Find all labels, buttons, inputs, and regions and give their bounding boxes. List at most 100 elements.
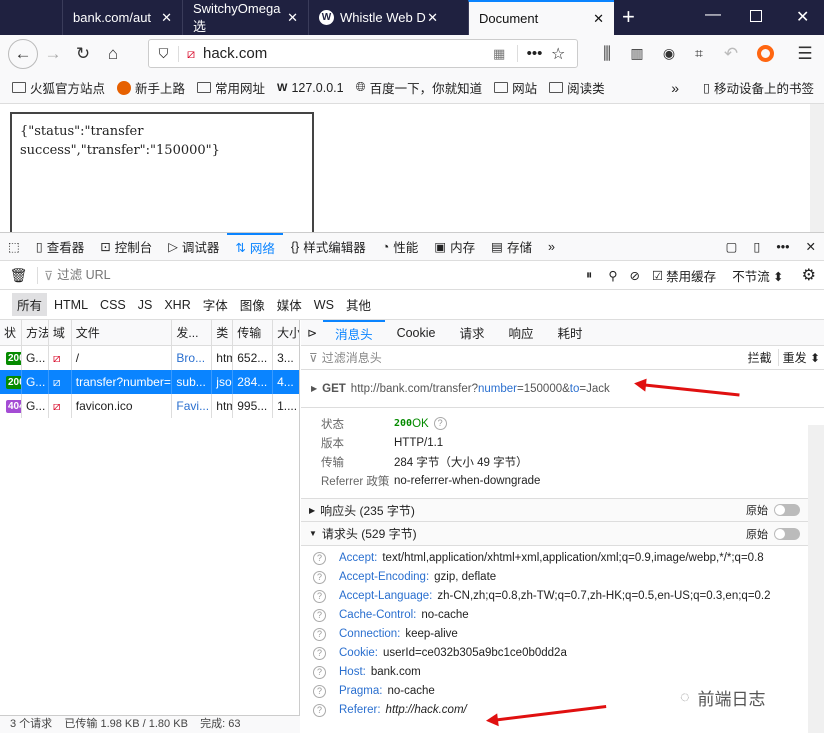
tab-cookies[interactable]: Cookie xyxy=(385,320,448,346)
bookmark[interactable]: W 127.0.0.1 xyxy=(277,81,344,95)
raw-toggle[interactable]: 原始 xyxy=(746,502,800,518)
col-transferred[interactable]: 传输 xyxy=(233,320,274,345)
type-fonts[interactable]: 字体 xyxy=(198,293,233,316)
help-icon[interactable]: ? xyxy=(433,417,447,430)
sidebar-icon[interactable]: ▥ xyxy=(622,45,652,62)
bookmark-folder[interactable]: 常用网址 xyxy=(197,78,265,97)
tab-headers[interactable]: 消息头 xyxy=(323,319,385,346)
pause-icon[interactable]: ⏸︎ xyxy=(576,268,602,283)
more-tools-icon[interactable]: » xyxy=(540,233,563,261)
table-row[interactable]: 200G...⧄/Bro...htm652...3... xyxy=(0,346,299,370)
close-icon[interactable]: ✕ xyxy=(287,10,298,26)
new-tab-button[interactable]: + xyxy=(622,4,635,30)
help-icon[interactable]: ? xyxy=(313,571,326,584)
tab-document[interactable]: Document ✕ xyxy=(468,0,614,35)
throttle-select[interactable]: 不节流 ⬍ xyxy=(722,266,793,285)
library-icon[interactable]: ⫼ xyxy=(592,44,622,64)
block-button[interactable]: 拦截 xyxy=(748,349,779,366)
url-bar[interactable]: ⛉ ⧄ hack.com ▦ ••• ☆ xyxy=(148,39,578,68)
extension-icon[interactable] xyxy=(757,45,774,62)
type-media[interactable]: 媒体 xyxy=(272,293,307,316)
responsive-icon[interactable]: ▯ xyxy=(745,233,768,261)
type-css[interactable]: CSS xyxy=(95,296,131,314)
mobile-bookmarks[interactable]: ▯ 移动设备上的书签 xyxy=(703,78,814,97)
block-icon[interactable]: ⊘ xyxy=(623,268,645,283)
col-method[interactable]: 方法 xyxy=(22,320,49,345)
col-status[interactable]: 状 xyxy=(0,320,22,345)
home-button[interactable]: ⌂ xyxy=(98,44,128,64)
tool-style-editor[interactable]: {} 样式编辑器 xyxy=(283,233,374,261)
maximize-button[interactable] xyxy=(750,10,762,22)
reload-button[interactable]: ↻ xyxy=(68,44,98,64)
help-icon[interactable]: ? xyxy=(313,609,326,622)
details-scrollbar[interactable] xyxy=(808,425,824,733)
filter-url-input[interactable] xyxy=(57,268,538,282)
bookmark-folder[interactable]: 阅读类 xyxy=(549,78,605,97)
tool-storage[interactable]: ▤ 存储 xyxy=(483,233,540,261)
tool-network[interactable]: ⇅ 网络 xyxy=(227,232,283,261)
type-js[interactable]: JS xyxy=(133,296,158,314)
type-html[interactable]: HTML xyxy=(49,296,93,314)
tab-response[interactable]: 响应 xyxy=(497,320,546,346)
toggle-panel-icon[interactable]: ⊳ xyxy=(301,326,323,340)
account-icon[interactable]: ◉ xyxy=(654,45,684,62)
url-text[interactable]: hack.com xyxy=(203,45,267,62)
options-icon[interactable]: ••• xyxy=(768,233,797,261)
tool-inspector[interactable]: ▯ 查看器 xyxy=(28,233,92,261)
qr-code-icon[interactable]: ▦ xyxy=(493,46,517,62)
bookmark-folder[interactable]: 火狐官方站点 xyxy=(12,78,105,97)
tab-whistle[interactable]: W Whistle Web D ✕ xyxy=(308,0,448,35)
dock-icon[interactable]: ▢ xyxy=(718,233,746,261)
type-all[interactable]: 所有 xyxy=(12,293,48,316)
bookmark-star-icon[interactable]: ☆ xyxy=(551,44,577,64)
help-icon[interactable]: ? xyxy=(313,590,326,603)
chevron-more-icon[interactable]: » xyxy=(671,80,679,96)
insecure-lock-icon[interactable]: ⧄ xyxy=(179,46,203,62)
undo-icon[interactable]: ↶ xyxy=(716,44,746,64)
help-icon[interactable]: ? xyxy=(313,552,326,565)
col-cause[interactable]: 发... xyxy=(172,320,213,345)
request-url-line[interactable]: ▶ GET http://bank.com/transfer? number =15… xyxy=(301,370,824,408)
bookmark[interactable]: 🌐︎ 百度一下，你就知道 xyxy=(356,78,483,97)
table-row[interactable]: 200G...⧄transfer?number=sub...json284...… xyxy=(0,370,299,394)
forward-button[interactable]: → xyxy=(38,44,68,64)
tab-switchyomega[interactable]: SwitchyOmega 选 ✕ xyxy=(182,0,308,35)
minimize-button[interactable]: — xyxy=(705,6,721,24)
col-domain[interactable]: 域 xyxy=(49,320,72,345)
back-button[interactable]: ← xyxy=(8,38,38,69)
search-icon[interactable]: ⚲ xyxy=(602,268,623,283)
menu-icon[interactable]: ☰ xyxy=(790,44,820,64)
col-type[interactable]: 类 xyxy=(212,320,234,345)
toggle-switch[interactable] xyxy=(774,504,800,516)
bookmark[interactable]: 新手上路 xyxy=(117,78,185,97)
tab-request[interactable]: 请求 xyxy=(448,320,497,346)
help-icon[interactable]: ? xyxy=(313,704,326,717)
toggle-switch[interactable] xyxy=(774,527,800,540)
filter-headers-input[interactable]: 过滤消息头 xyxy=(322,349,382,366)
tab-bank[interactable]: bank.com/aut ✕ xyxy=(62,0,182,35)
element-picker-icon[interactable]: ⬚ xyxy=(0,233,28,261)
screenshot-icon[interactable]: ⌗ xyxy=(684,45,714,62)
page-actions-icon[interactable]: ••• xyxy=(517,45,551,62)
tool-memory[interactable]: ▣ 内存 xyxy=(426,233,483,261)
close-icon[interactable]: ✕ xyxy=(427,10,438,26)
help-icon[interactable]: ? xyxy=(313,647,326,660)
help-icon[interactable]: ? xyxy=(313,685,326,698)
close-icon[interactable]: ✕ xyxy=(593,11,604,27)
raw-toggle[interactable]: 原始 xyxy=(746,526,800,542)
tool-performance[interactable]: ◔ 性能 xyxy=(374,233,427,261)
resend-button[interactable]: 重发 ⬍ xyxy=(779,349,824,366)
bookmark-folder[interactable]: 网站 xyxy=(494,78,537,97)
trash-icon[interactable]: 🗑︎ xyxy=(0,266,38,284)
disable-cache-checkbox[interactable]: ☑ 禁用缓存 xyxy=(646,266,722,285)
shield-icon[interactable]: ⛉ xyxy=(149,45,179,62)
type-ws[interactable]: WS xyxy=(309,296,339,314)
tool-console[interactable]: ⊡ 控制台 xyxy=(92,233,160,261)
request-headers-section[interactable]: ▼ 请求头 (529 字节) 原始 xyxy=(301,522,824,546)
page-scrollbar[interactable] xyxy=(810,104,824,232)
tool-debugger[interactable]: ▷ 调试器 xyxy=(160,233,227,261)
close-devtools-icon[interactable]: ✕ xyxy=(798,233,824,261)
help-icon[interactable]: ? xyxy=(313,628,326,641)
col-file[interactable]: 文件 xyxy=(72,320,173,345)
help-icon[interactable]: ? xyxy=(313,666,326,679)
